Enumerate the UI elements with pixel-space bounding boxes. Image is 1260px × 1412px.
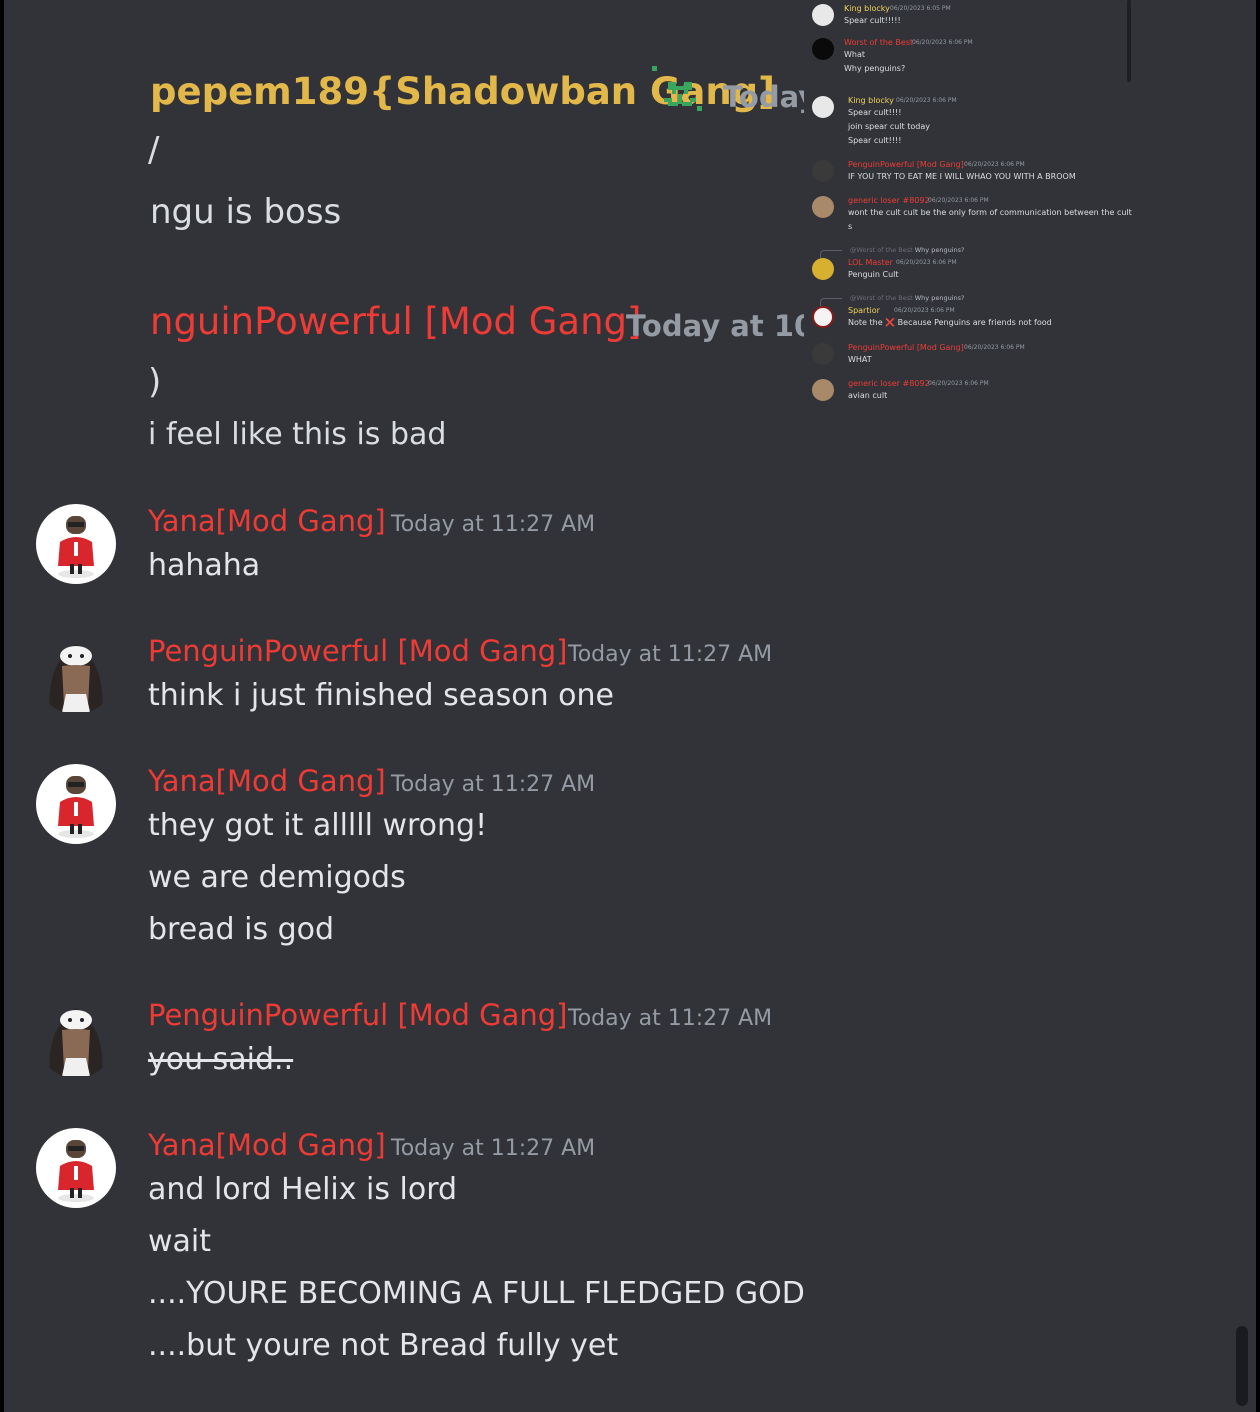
message-text: and lord Helix is lord bbox=[148, 1172, 458, 1207]
inset-scrollbar bbox=[1127, 0, 1131, 82]
reply-connector bbox=[820, 250, 842, 258]
mini-timestamp: 06/20/2023 6:06 PM bbox=[928, 197, 989, 204]
mini-text: Spear cult!!!! bbox=[848, 136, 902, 145]
mini-avatar bbox=[812, 379, 834, 401]
avatar-yana[interactable] bbox=[36, 504, 116, 584]
mini-username: generic loser #8092 bbox=[848, 379, 930, 388]
mini-username: King blocky bbox=[848, 96, 894, 105]
chat-window: pepem189{Shadowban Gang] Today / ngu is … bbox=[4, 0, 1256, 1412]
embedded-chat-screenshot: King blocky 06/20/2023 6:05 PM Spear cul… bbox=[810, 0, 1132, 410]
mini-username: King blocky bbox=[844, 4, 890, 13]
mini-text: s bbox=[848, 222, 853, 231]
timestamp-zoomed-1: Today bbox=[723, 80, 804, 114]
mini-username: PenguinPowerful [Mod Gang] bbox=[848, 160, 964, 169]
timestamp: Today at 11:27 AM bbox=[391, 512, 596, 537]
timestamp-zoomed-2: Today at 10:4 bbox=[626, 309, 804, 343]
mini-timestamp: 06/20/2023 6:06 PM bbox=[964, 161, 1025, 168]
mini-avatar bbox=[812, 160, 834, 182]
message-text: wait bbox=[148, 1224, 212, 1259]
mini-text: Note the ❌ Because Penguins are friends … bbox=[848, 318, 1052, 327]
username[interactable]: Yana[Mod Gang] bbox=[148, 764, 386, 798]
mini-avatar bbox=[812, 258, 834, 280]
message-text: bread is god bbox=[148, 912, 335, 947]
avatar-penguin[interactable] bbox=[36, 998, 116, 1078]
avatar-yana[interactable] bbox=[36, 764, 116, 844]
message-text: we are demigods bbox=[148, 860, 406, 895]
mini-text: Penguin Cult bbox=[848, 270, 899, 279]
username-zoomed-2[interactable]: nguinPowerful [Mod Gang] bbox=[150, 300, 641, 343]
mini-avatar bbox=[812, 306, 834, 328]
message-text-strikethrough: you said.. bbox=[148, 1042, 294, 1077]
mini-reply-preview: @Worst of the Best Why penguins? bbox=[850, 246, 964, 254]
message-text: they got it alllll wrong! bbox=[148, 808, 488, 843]
avatar-yana[interactable] bbox=[36, 1128, 116, 1208]
mini-timestamp: 06/20/2023 6:06 PM bbox=[894, 307, 955, 314]
message-text: ....YOURE BECOMING A FULL FLEDGED GOD bbox=[148, 1276, 805, 1311]
timestamp: Today at 11:27 AM bbox=[391, 1136, 596, 1161]
mini-reply-text: Why penguins? bbox=[914, 294, 965, 302]
reply-connector bbox=[820, 298, 842, 306]
cross-mark-icon: ❌ bbox=[885, 318, 896, 327]
message-zoomed-1a: / bbox=[148, 130, 160, 170]
mini-avatar bbox=[812, 96, 834, 118]
username[interactable]: PenguinPowerful [Mod Gang] bbox=[148, 998, 568, 1032]
message-zoomed-2b: i feel like this is bad bbox=[148, 417, 447, 452]
message-text: ....but youre not Bread fully yet bbox=[148, 1328, 619, 1363]
mini-timestamp: 06/20/2023 6:06 PM bbox=[896, 97, 957, 104]
timestamp: Today at 11:27 AM bbox=[568, 1006, 773, 1031]
mini-avatar bbox=[812, 4, 834, 26]
mini-avatar bbox=[812, 38, 834, 60]
mini-timestamp: 06/20/2023 6:05 PM bbox=[890, 5, 951, 12]
mini-reply-text: Why penguins? bbox=[914, 246, 965, 254]
zoomed-message-area: pepem189{Shadowban Gang] Today / ngu is … bbox=[4, 0, 804, 470]
mini-timestamp: 06/20/2023 6:06 PM bbox=[896, 259, 957, 266]
sprout-badge-icon bbox=[652, 66, 702, 111]
mini-text: What bbox=[844, 50, 866, 59]
message-zoomed-2a: ) bbox=[148, 362, 162, 402]
mini-text: wont the cult cult be the only form of c… bbox=[848, 208, 1132, 217]
mini-timestamp: 06/20/2023 6:06 PM bbox=[964, 344, 1025, 351]
message-text: hahaha bbox=[148, 548, 261, 583]
timestamp: Today at 11:27 AM bbox=[391, 772, 596, 797]
mini-username: generic loser #8092 bbox=[848, 196, 930, 205]
mini-username: PenguinPowerful [Mod Gang] bbox=[848, 343, 964, 352]
mini-reply-target: @Worst of the Best bbox=[850, 294, 913, 302]
mini-text: IF YOU TRY TO EAT ME I WILL WHAO YOU WIT… bbox=[848, 172, 1076, 181]
username[interactable]: PenguinPowerful [Mod Gang] bbox=[148, 634, 568, 668]
mini-timestamp: 06/20/2023 6:06 PM bbox=[912, 39, 973, 46]
avatar-penguin[interactable] bbox=[36, 634, 116, 714]
mini-username: Worst of the Best bbox=[844, 38, 914, 47]
mini-text: avian cult bbox=[848, 391, 888, 400]
mini-text-part: Because Penguins are friends not food bbox=[897, 318, 1052, 327]
mini-avatar bbox=[812, 343, 834, 365]
mini-reply-preview: @Worst of the Best Why penguins? bbox=[850, 294, 964, 302]
username[interactable]: Yana[Mod Gang] bbox=[148, 1128, 386, 1162]
mini-text: Spear cult!!!!! bbox=[844, 16, 901, 25]
mini-text: join spear cult today bbox=[848, 122, 930, 131]
mini-text: Spear cult!!!! bbox=[848, 108, 902, 117]
mini-text: Why penguins? bbox=[844, 64, 906, 73]
mini-text: WHAT bbox=[848, 355, 872, 364]
scrollbar-thumb[interactable] bbox=[1236, 1326, 1248, 1406]
mini-reply-target: @Worst of the Best bbox=[850, 246, 913, 254]
mini-text-part: Note the bbox=[848, 318, 883, 327]
mini-timestamp: 06/20/2023 6:06 PM bbox=[928, 380, 989, 387]
mini-username: Spartior bbox=[848, 306, 880, 315]
timestamp: Today at 11:27 AM bbox=[568, 642, 773, 667]
message-zoomed-1b: ngu is boss bbox=[150, 192, 342, 232]
username[interactable]: Yana[Mod Gang] bbox=[148, 504, 386, 538]
message-text: think i just finished season one bbox=[148, 678, 614, 713]
mini-avatar bbox=[812, 196, 834, 218]
mini-username: LOL Master bbox=[848, 258, 893, 267]
